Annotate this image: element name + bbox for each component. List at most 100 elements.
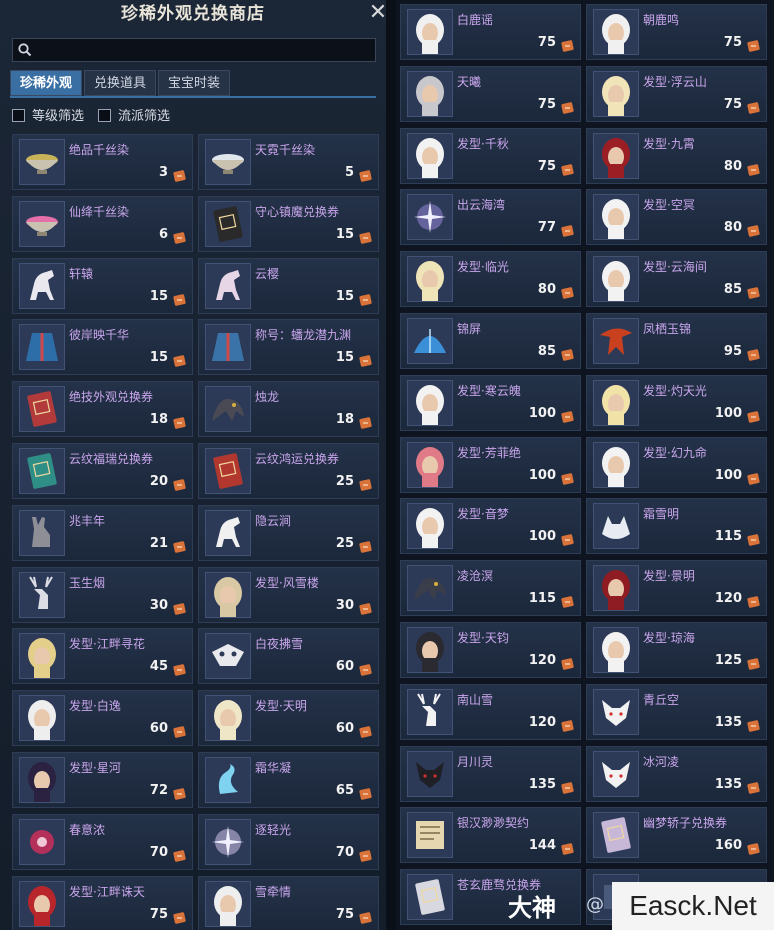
ticket-icon (747, 779, 760, 794)
sparkle-icon (205, 818, 251, 865)
shop-item[interactable]: 彼岸映千华 15 (12, 319, 193, 376)
ticket-icon (561, 593, 574, 608)
shop-item[interactable]: 兆丰年 21 (12, 504, 193, 561)
shop-item[interactable]: 发型·天钧 120 (400, 622, 581, 678)
shop-item[interactable]: 出云海湾 77 (400, 189, 581, 246)
item-price: 80 (723, 220, 742, 236)
level-filter-checkbox[interactable]: 等级筛选 (12, 108, 102, 126)
shop-item[interactable]: 发型·星河 72 (12, 752, 193, 808)
item-price: 100 (528, 467, 556, 483)
ticket-icon (561, 37, 574, 52)
horse-icon (205, 509, 251, 556)
shop-item[interactable]: 青丘空 135 (586, 683, 767, 740)
shop-item[interactable]: 发型·幻九命 100 (586, 436, 767, 493)
watermark-brand: 大神 (508, 894, 556, 922)
hair-icon (19, 695, 65, 742)
shop-item[interactable]: 凌沧溟 115 (400, 560, 581, 617)
item-name: 银汉渺渺契约 (457, 816, 530, 831)
item-name: 仙绛千丝染 (69, 204, 130, 219)
shop-item[interactable]: 云纹福瑞兑换券 20 (12, 443, 193, 499)
window-title: 珍稀外观兑换商店 (121, 4, 265, 24)
ticket-icon (747, 222, 760, 238)
dragon-icon (407, 565, 453, 612)
item-name: 发型·空冥 (643, 198, 695, 213)
shop-item[interactable]: 发型·江畔诛天 75 (12, 875, 193, 930)
shop-item[interactable]: 发型·景明 120 (586, 560, 767, 617)
item-price: 120 (528, 653, 556, 668)
shop-item[interactable]: 雪牵情 75 (198, 875, 379, 930)
shop-item[interactable]: 霜华凝 65 (198, 752, 379, 808)
shop-item[interactable]: 玉生烟 30 (12, 566, 193, 623)
shop-item[interactable]: 发型·浮云山 75 (586, 65, 767, 122)
shop-item[interactable]: 白鹿谣 75 (400, 4, 581, 60)
hair-icon (407, 379, 453, 426)
shop-item[interactable]: 天霓千丝染 5 (198, 134, 379, 190)
shop-item[interactable]: 发型·云海间 85 (586, 251, 767, 308)
shop-item[interactable]: 幽梦轿子兑换券 160 (586, 807, 767, 864)
item-name: 出云海湾 (457, 198, 506, 213)
shop-item[interactable]: 轩辕 15 (12, 257, 193, 314)
filter-label: 流派筛选 (118, 109, 171, 124)
ticket-icon (359, 600, 372, 615)
shop-item[interactable]: 发型·音梦 100 (400, 498, 581, 555)
shop-item[interactable]: 烛龙 18 (198, 381, 379, 438)
shop-item[interactable]: 绝技外观兑换券 18 (12, 381, 193, 438)
shop-item[interactable]: 云纹鸿运兑换券 25 (198, 443, 379, 499)
shop-item[interactable]: 发型·白逸 60 (12, 690, 193, 747)
dragon-icon (205, 386, 251, 433)
shop-item[interactable]: 守心镇魔兑换券 15 (198, 195, 379, 252)
shop-item[interactable]: 云樱 15 (198, 257, 379, 314)
item-name: 发型·景明 (643, 569, 695, 584)
fox-icon (407, 750, 453, 797)
shop-item[interactable]: 称号：蟠龙潜九渊 15 (198, 319, 379, 376)
tab-baby-fashion[interactable]: 宝宝时装 (158, 70, 230, 96)
item-price: 5 (344, 165, 354, 180)
item-price: 72 (149, 783, 168, 798)
ticket-icon (359, 538, 372, 553)
shop-item[interactable]: 发型·风雪楼 30 (198, 566, 379, 623)
ticket-icon (561, 470, 574, 485)
shop-item[interactable]: 发型·千秋 75 (400, 127, 581, 184)
item-price: 125 (714, 653, 742, 668)
hair-icon (205, 695, 251, 742)
shop-item[interactable]: 天曦 75 (400, 65, 581, 122)
shop-item[interactable]: 发型·临光 80 (400, 251, 581, 308)
shop-item[interactable]: 春意浓 70 (12, 813, 193, 870)
shop-item[interactable]: 白夜拂雪 60 (198, 628, 379, 685)
shop-item[interactable]: 发型·琼海 125 (586, 622, 767, 678)
shop-item[interactable]: 南山雪 120 (400, 683, 581, 740)
shop-item[interactable]: 银汉渺渺契约 144 (400, 807, 581, 864)
tab-rare-appearance[interactable]: 珍稀外观 (10, 70, 82, 96)
shop-item[interactable]: 锦屏 85 (400, 313, 581, 369)
item-price: 144 (528, 838, 556, 854)
item-name: 守心镇魔兑换券 (255, 204, 340, 219)
close-button[interactable]: ✕ (368, 2, 386, 26)
search-input[interactable] (12, 38, 376, 62)
shop-item[interactable]: 发型·天明 60 (198, 690, 379, 747)
shop-item[interactable]: 逐轻光 70 (198, 813, 379, 870)
tab-exchange-items[interactable]: 兑换道具 (84, 70, 156, 96)
item-name: 逐轻光 (255, 822, 292, 837)
ticket-icon (561, 161, 574, 176)
shop-item[interactable]: 发型·江畔寻花 45 (12, 628, 193, 685)
school-filter-checkbox[interactable]: 流派筛选 (98, 108, 188, 126)
shop-item[interactable]: 绝品千丝染 3 (12, 134, 193, 190)
shop-item[interactable]: 冰河凌 135 (586, 745, 767, 802)
item-price: 15 (335, 350, 354, 366)
shop-item[interactable]: 凤栖玉锦 95 (586, 313, 767, 369)
shop-item[interactable]: 月川灵 135 (400, 745, 581, 802)
shop-item[interactable]: 发型·九霄 80 (586, 127, 767, 184)
shop-item[interactable]: 发型·芳菲绝 100 (400, 436, 581, 493)
shop-item[interactable]: 发型·寒云魄 100 (400, 374, 581, 431)
shop-item[interactable]: 仙绛千丝染 6 (12, 195, 193, 252)
shop-item[interactable]: 发型·空冥 80 (586, 189, 767, 246)
shop-item[interactable]: 发型·灼天光 100 (586, 374, 767, 431)
shop-item[interactable]: 霜雪明 115 (586, 498, 767, 555)
item-name: 绝品千丝染 (69, 143, 130, 157)
shop-item[interactable]: 隐云涧 25 (198, 504, 379, 561)
shop-item[interactable]: 朝鹿鸣 75 (586, 4, 767, 60)
item-price: 65 (335, 783, 354, 798)
item-name: 发型·灼天光 (643, 383, 707, 398)
item-price: 120 (714, 591, 742, 607)
scroll-icon (407, 812, 453, 859)
